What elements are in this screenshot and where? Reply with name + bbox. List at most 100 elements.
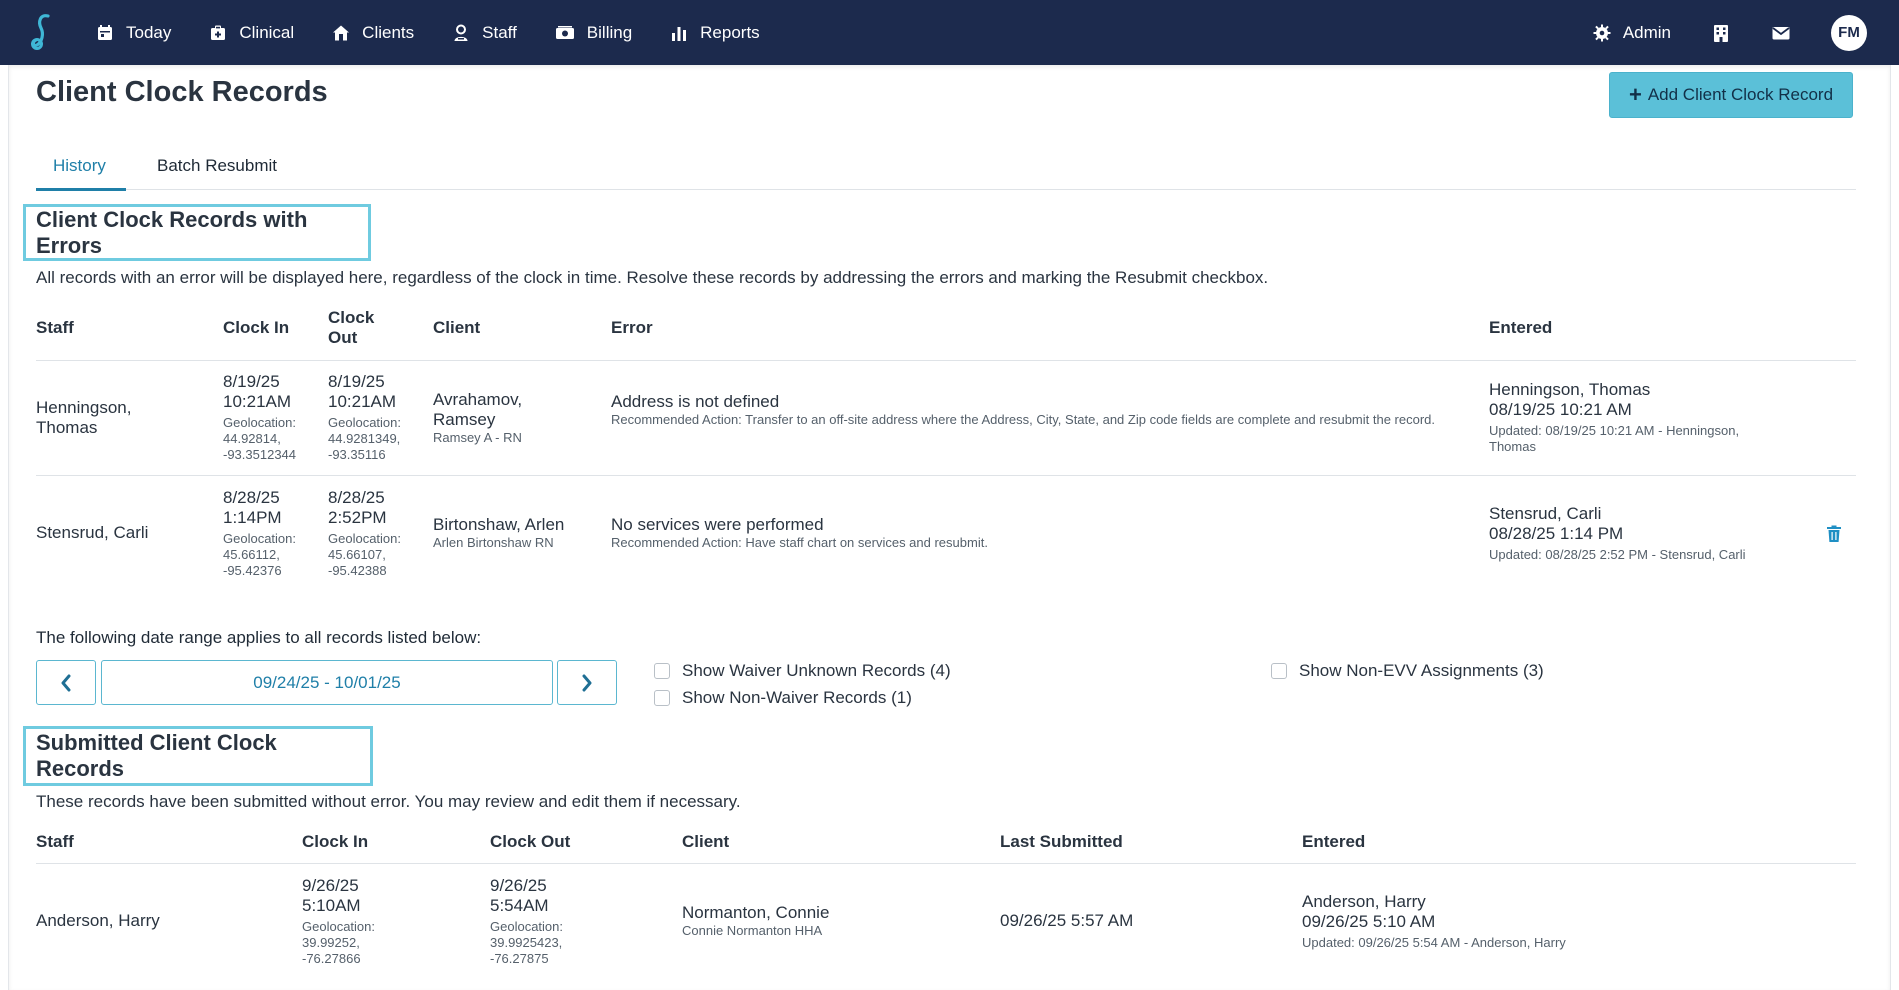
top-navigation-bar: Today Clinical Clients Staff Billing Rep… [0,0,1899,65]
building-icon[interactable] [1711,23,1731,43]
clock-out-geo-label: Geolocation: [490,919,563,934]
clock-in-date: 8/19/25 [223,372,280,391]
clock-out-cell: 8/19/25 10:21AM Geolocation: 44.9281349,… [328,372,401,463]
nav-item-label: Clients [362,22,415,42]
error-recommended-action: Recommended Action: Have staff chart on … [611,535,988,550]
show-non-waiver-checkbox[interactable]: Show Non-Waiver Records (1) [654,688,912,708]
nav-item-admin[interactable]: Admin [1593,23,1671,43]
column-header-clock-out-line1: Clock [328,308,375,327]
next-range-button[interactable] [557,660,617,705]
clock-in-geo-lat: 44.92814, [223,431,281,446]
checkbox-label: Show Non-EVV Assignments (3) [1299,661,1544,680]
entered-cell: Henningson, Thomas 08/19/25 10:21 AM Upd… [1489,380,1779,455]
trash-icon[interactable] [1826,525,1842,543]
show-waiver-unknown-checkbox[interactable]: Show Waiver Unknown Records (4) [654,661,951,681]
envelope-icon[interactable] [1771,23,1791,43]
nav-item-clients[interactable]: Clients [332,23,414,43]
column-header-error: Error [611,318,653,337]
plus-icon: + [1628,82,1642,107]
updated-info: Updated: 08/28/25 2:52 PM - Stensrud, Ca… [1489,547,1746,562]
client-name: Normanton, Connie [682,903,830,922]
table-divider [36,360,1856,361]
tab-label: Batch Resubmit [157,156,277,175]
app-logo-icon[interactable] [26,12,58,52]
updated-info: Updated: 08/19/25 10:21 AM - Henningson,… [1489,423,1740,454]
nav-item-label: Reports [700,22,760,42]
clock-out-cell: 9/26/25 5:54AM Geolocation: 39.9925423, … [490,876,563,967]
last-submitted-cell: 09/26/25 5:57 AM [1000,911,1134,930]
tab-history[interactable]: History [53,156,106,176]
entered-at: 08/28/25 1:14 PM [1489,524,1624,543]
nav-item-today[interactable]: Today [96,23,171,43]
money-icon [555,25,574,39]
clock-in-date: 9/26/25 [302,876,359,895]
tab-bar: History Batch Resubmit [36,150,1856,191]
client-cell: Normanton, Connie Connie Normanton HHA [682,903,902,939]
clock-out-time: 5:54AM [490,896,549,915]
submitted-section-description: These records have been submitted withou… [36,792,741,811]
chevron-right-icon [582,674,592,691]
clock-in-cell: 9/26/25 5:10AM Geolocation: 39.99252, -7… [302,876,375,967]
clock-in-time: 10:21AM [223,392,292,411]
nav-item-label: Today [126,22,172,42]
error-message: No services were performed [611,515,824,534]
entered-at: 08/19/25 10:21 AM [1489,400,1632,419]
column-header-entered: Entered [1489,318,1553,337]
clock-out-time: 10:21AM [328,392,397,411]
entered-by: Henningson, Thomas [1489,380,1651,399]
clock-in-cell: 8/28/25 1:14PM Geolocation: 45.66112, -9… [223,488,296,579]
clock-out-geo-lat: 45.66107, [328,547,386,562]
clock-out-geo-lng: -76.27875 [490,951,549,966]
column-header-clock-out: Clock Out [490,832,571,851]
errors-section-description: All records with an error will be displa… [36,268,1269,287]
tab-batch-resubmit[interactable]: Batch Resubmit [157,156,277,176]
clock-in-cell: 8/19/25 10:21AM Geolocation: 44.92814, -… [223,372,296,463]
clock-in-date: 8/28/25 [223,488,280,507]
clock-out-date: 9/26/25 [490,876,547,895]
column-header-clock-in: Clock In [302,832,369,851]
show-non-evv-checkbox[interactable]: Show Non-EVV Assignments (3) [1271,661,1544,681]
nav-item-billing[interactable]: Billing [555,23,632,43]
gear-icon [1593,24,1611,41]
nav-item-reports[interactable]: Reports [670,23,760,43]
staff-cell: Stensrud, Carli [36,523,149,542]
column-header-clock-out-line2: Out [328,328,358,347]
checkbox-box[interactable] [1271,663,1287,679]
clock-in-geo-label: Geolocation: [302,919,375,934]
client-name: Birtonshaw, Arlen [433,515,565,534]
table-divider [36,863,1856,864]
user-avatar[interactable]: FM [1831,14,1867,51]
clock-in-geo-lng: -76.27866 [302,951,361,966]
errors-section-heading: Client Clock Records with Errors [23,204,371,261]
entered-by: Anderson, Harry [1302,892,1426,911]
date-range-picker[interactable]: 09/24/25 - 10/01/25 [101,660,553,705]
clock-out-cell: 8/28/25 2:52PM Geolocation: 45.66107, -9… [328,488,401,579]
column-header-staff: Staff [36,832,74,851]
clipboard-icon [211,25,226,40]
error-recommended-action: Recommended Action: Transfer to an off-s… [611,412,1436,427]
previous-range-button[interactable] [36,660,96,705]
entered-by: Stensrud, Carli [1489,504,1602,523]
column-header-client: Client [682,832,730,851]
clock-out-geo-label: Geolocation: [328,531,401,546]
clock-in-geo-lat: 45.66112, [223,547,280,562]
clock-in-geo-label: Geolocation: [223,531,296,546]
checkbox-box[interactable] [654,663,670,679]
clock-out-geo-lng: -93.35116 [328,447,386,462]
add-client-clock-record-button[interactable]: + Add Client Clock Record [1609,72,1853,118]
staff-cell: Anderson, Harry [36,911,160,930]
clock-out-date: 8/19/25 [328,372,385,391]
submitted-section-heading: Submitted Client Clock Records [23,726,373,786]
house-icon [333,25,350,40]
person-icon [454,24,468,41]
column-header-last-submitted: Last Submitted [1000,832,1123,851]
entered-at: 09/26/25 5:10 AM [1302,912,1436,931]
nav-item-staff[interactable]: Staff [452,23,517,43]
column-header-staff: Staff [36,318,74,337]
clock-in-time: 1:14PM [223,508,282,527]
checkbox-box[interactable] [654,690,670,706]
error-message: Address is not defined [611,392,780,411]
nav-item-clinical[interactable]: Clinical [209,23,294,43]
page-title: Client Clock Records [36,76,328,108]
updated-info: Updated: 09/26/25 5:54 AM - Anderson, Ha… [1302,935,1566,950]
